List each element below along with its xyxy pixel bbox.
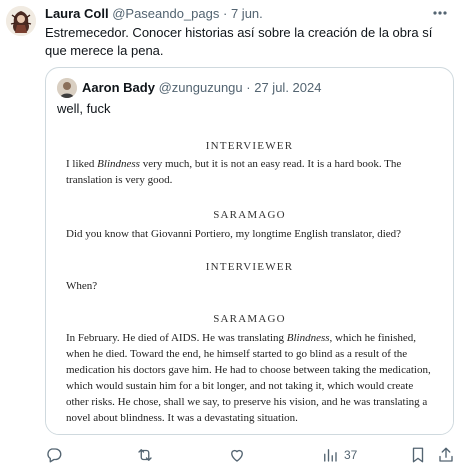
bookmark-icon [412, 447, 424, 463]
views-button[interactable]: 37 [321, 445, 357, 465]
tweet-header: Laura Coll @Paseando_pags · 7 jun. [45, 6, 263, 22]
speaker-label: INTERVIEWER [205, 261, 294, 273]
more-options-button[interactable] [428, 2, 452, 24]
author-handle[interactable]: @Paseando_pags [112, 6, 219, 21]
speaker-label: SARAMAGO [213, 313, 286, 325]
quoted-tweet-header: Aaron Bady @zunguzungu · 27 jul. 2024 [82, 80, 321, 96]
like-button[interactable] [228, 445, 246, 465]
retweet-button[interactable] [136, 445, 154, 465]
quoted-author-avatar[interactable] [57, 78, 77, 98]
separator: · [246, 80, 251, 95]
reply-icon [47, 448, 62, 463]
tweet-text: Estremecedor. Conocer historias así sobr… [45, 25, 433, 58]
author-name[interactable]: Laura Coll [45, 6, 109, 21]
bookmark-button[interactable] [409, 445, 427, 465]
share-icon [439, 447, 453, 462]
speaker-label: SARAMAGO [213, 209, 286, 221]
quoted-tweet-text: well, fuck [57, 101, 111, 116]
interview-paragraph: When? [66, 280, 98, 292]
tweet-date[interactable]: 7 jun. [231, 6, 263, 21]
author-avatar[interactable] [6, 6, 36, 36]
tweet[interactable]: Laura Coll @Paseando_pags · 7 jun. Estre… [0, 0, 460, 468]
interview-paragraph: In February. He died of AIDS. He was tra… [66, 332, 431, 424]
interview-paragraph: Did you know that Giovanni Portiero, my … [66, 228, 402, 240]
quoted-tweet-image[interactable]: INTERVIEWER I liked Blindness very much,… [46, 128, 453, 434]
reply-button[interactable] [45, 445, 63, 465]
views-icon [324, 449, 337, 462]
quoted-tweet-date[interactable]: 27 jul. 2024 [254, 80, 321, 95]
views-count: 37 [344, 448, 358, 462]
heart-icon [231, 449, 243, 462]
speaker-label: INTERVIEWER [205, 140, 294, 152]
quoted-tweet[interactable]: Aaron Bady @zunguzungu · 27 jul. 2024 we… [45, 67, 454, 435]
retweet-icon [138, 449, 152, 461]
quoted-author-handle[interactable]: @zunguzungu [159, 80, 243, 95]
share-button[interactable] [437, 445, 455, 465]
more-icon [433, 11, 447, 15]
quoted-author-name[interactable]: Aaron Bady [82, 80, 155, 95]
interview-paragraph: I liked Blindness very much, but it is n… [66, 158, 402, 186]
tweet-actions: 37 [45, 445, 455, 465]
separator: · [223, 6, 228, 21]
